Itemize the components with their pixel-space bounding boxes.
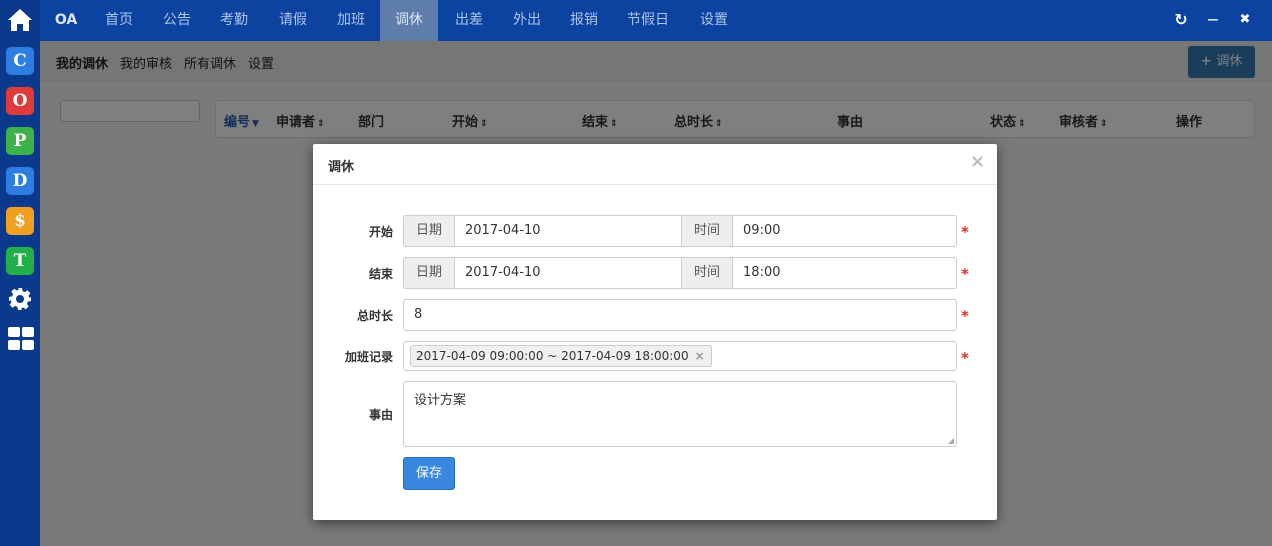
- nav-tab-item[interactable]: 设置: [691, 0, 737, 41]
- app-letter: D: [12, 171, 28, 191]
- nav-tab-item[interactable]: 外出: [504, 0, 550, 41]
- t-app-icon[interactable]: T: [6, 247, 34, 275]
- o-app-icon[interactable]: O: [6, 87, 34, 115]
- tag-remove-icon[interactable]: ×: [695, 349, 705, 363]
- end-label: 结束: [368, 267, 393, 281]
- start-time-field[interactable]: 09:00: [733, 216, 956, 246]
- end-time-field[interactable]: 18:00: [733, 258, 956, 288]
- home-icon[interactable]: [6, 6, 34, 34]
- start-input-group: 日期 2017-04-10 时间 09:00: [403, 215, 957, 247]
- nav-tab-item[interactable]: 考勤: [211, 0, 257, 41]
- resize-handle-icon[interactable]: ◢: [948, 436, 954, 445]
- dialog-close-button[interactable]: ×: [970, 151, 985, 172]
- end-input-group: 日期 2017-04-10 时间 18:00: [403, 257, 957, 289]
- refresh-icon[interactable]: ↻: [1172, 11, 1190, 29]
- end-date-addon: 日期: [404, 258, 456, 288]
- overtime-label: 加班记录: [344, 350, 393, 364]
- reason-label: 事由: [368, 408, 393, 422]
- required-mark: *: [961, 307, 969, 325]
- overtime-tag-text: 2017-04-09 09:00:00 ~ 2017-04-09 18:00:0…: [416, 349, 689, 363]
- duration-value: 8: [414, 307, 423, 322]
- c-app-icon[interactable]: C: [6, 47, 34, 75]
- gear-icon[interactable]: [8, 287, 32, 311]
- nav-tab-item[interactable]: 公告: [154, 0, 200, 41]
- nav-tab-item[interactable]: 首页: [96, 0, 142, 41]
- required-mark: *: [961, 349, 969, 367]
- duration-field[interactable]: 8: [403, 299, 957, 331]
- required-mark: *: [961, 265, 969, 283]
- start-date-field[interactable]: 2017-04-10: [455, 216, 681, 246]
- nav-tab-item[interactable]: 节假日: [619, 0, 677, 41]
- minimize-icon[interactable]: —: [1204, 11, 1222, 29]
- app-letter: C: [13, 51, 27, 71]
- nav-tab-item[interactable]: 出差: [446, 0, 492, 41]
- reason-text: 设计方案: [414, 393, 467, 408]
- required-mark: *: [961, 223, 969, 241]
- app-letter: O: [12, 91, 28, 111]
- dialog-title: 调休: [328, 160, 355, 175]
- app-letter: $: [14, 211, 26, 231]
- leave-dialog: 调休 × 开始 日期 2017-04-10 时间 09:00 * 结束 日期 2…: [313, 144, 997, 520]
- brand-logo[interactable]: OA: [54, 0, 78, 41]
- close-icon[interactable]: ✖: [1236, 11, 1254, 29]
- nav-tab-item[interactable]: 调休: [380, 0, 438, 41]
- app-letter: P: [13, 131, 27, 151]
- nav-tab-item[interactable]: 加班: [328, 0, 374, 41]
- nav-tab-item[interactable]: 报销: [561, 0, 607, 41]
- grid-icon[interactable]: [8, 327, 34, 351]
- end-date-field[interactable]: 2017-04-10: [455, 258, 681, 288]
- dollar-app-icon[interactable]: $: [6, 207, 34, 235]
- start-label: 开始: [368, 225, 393, 239]
- start-date-addon: 日期: [404, 216, 456, 246]
- app-sidebar: C O P D $ T: [0, 0, 40, 546]
- app-letter: T: [13, 251, 27, 271]
- overtime-tag: 2017-04-09 09:00:00 ~ 2017-04-09 18:00:0…: [410, 345, 712, 367]
- start-time-addon: 时间: [681, 216, 734, 246]
- nav-tab-item[interactable]: 请假: [270, 0, 316, 41]
- duration-label: 总时长: [356, 309, 393, 323]
- top-navbar: OA 首页 公告 考勤 请假 加班 调休 出差 外出 报销 节假日 设置 ↻ — ✖: [40, 0, 1272, 41]
- end-time-addon: 时间: [681, 258, 734, 288]
- save-button[interactable]: 保存: [403, 457, 455, 490]
- reason-textarea[interactable]: 设计方案 ◢: [403, 381, 957, 447]
- d-app-icon[interactable]: D: [6, 167, 34, 195]
- overtime-select[interactable]: 2017-04-09 09:00:00 ~ 2017-04-09 18:00:0…: [403, 341, 957, 371]
- dialog-header: 调休 ×: [313, 144, 997, 185]
- p-app-icon[interactable]: P: [6, 127, 34, 155]
